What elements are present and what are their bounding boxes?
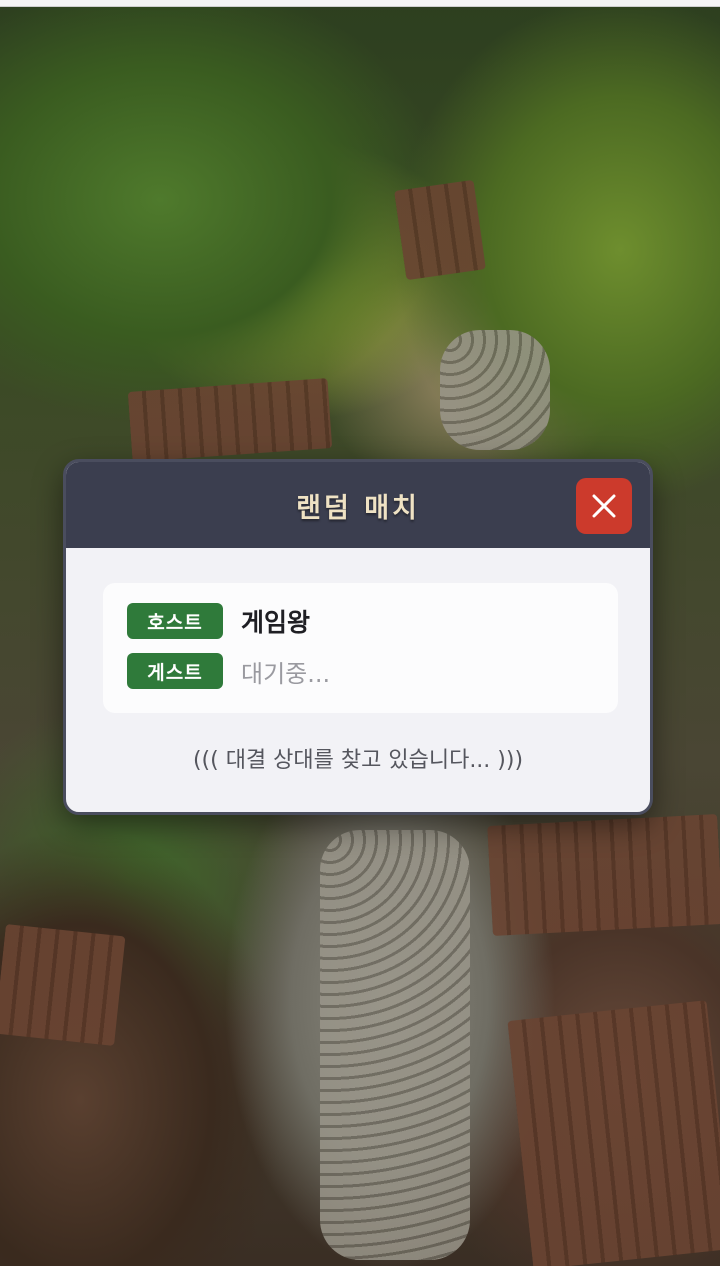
host-name: 게임왕	[241, 608, 311, 637]
background-roof-lower-right	[507, 1000, 720, 1266]
close-button[interactable]	[576, 478, 632, 534]
random-match-modal: 랜덤 매치 호스트 게임왕 게스트 대기중... ((( 대결 상대를 찾고 있…	[63, 459, 653, 815]
close-icon	[592, 494, 616, 518]
background-roof-upper	[394, 179, 486, 281]
background-roof-middle	[127, 378, 333, 462]
top-edge-bar	[0, 0, 720, 7]
modal-header: 랜덤 매치	[66, 462, 650, 548]
background-roof-right	[487, 814, 720, 936]
host-badge: 호스트	[127, 603, 223, 639]
searching-status-text: ((( 대결 상대를 찾고 있습니다... )))	[192, 748, 524, 773]
host-row: 호스트 게임왕	[127, 603, 310, 639]
background-cobblestone-path	[320, 830, 470, 1260]
guest-row: 게스트 대기중...	[127, 653, 330, 689]
guest-badge: 게스트	[127, 653, 223, 689]
player-card: 호스트 게임왕 게스트 대기중...	[103, 583, 618, 713]
modal-title: 랜덤 매치	[296, 493, 420, 524]
guest-status: 대기중...	[241, 659, 331, 688]
background-cobblestone-path-upper	[440, 330, 550, 450]
background-roof-left	[0, 924, 126, 1046]
game-background-scene: 랜덤 매치 호스트 게임왕 게스트 대기중... ((( 대결 상대를 찾고 있…	[0, 0, 720, 1266]
